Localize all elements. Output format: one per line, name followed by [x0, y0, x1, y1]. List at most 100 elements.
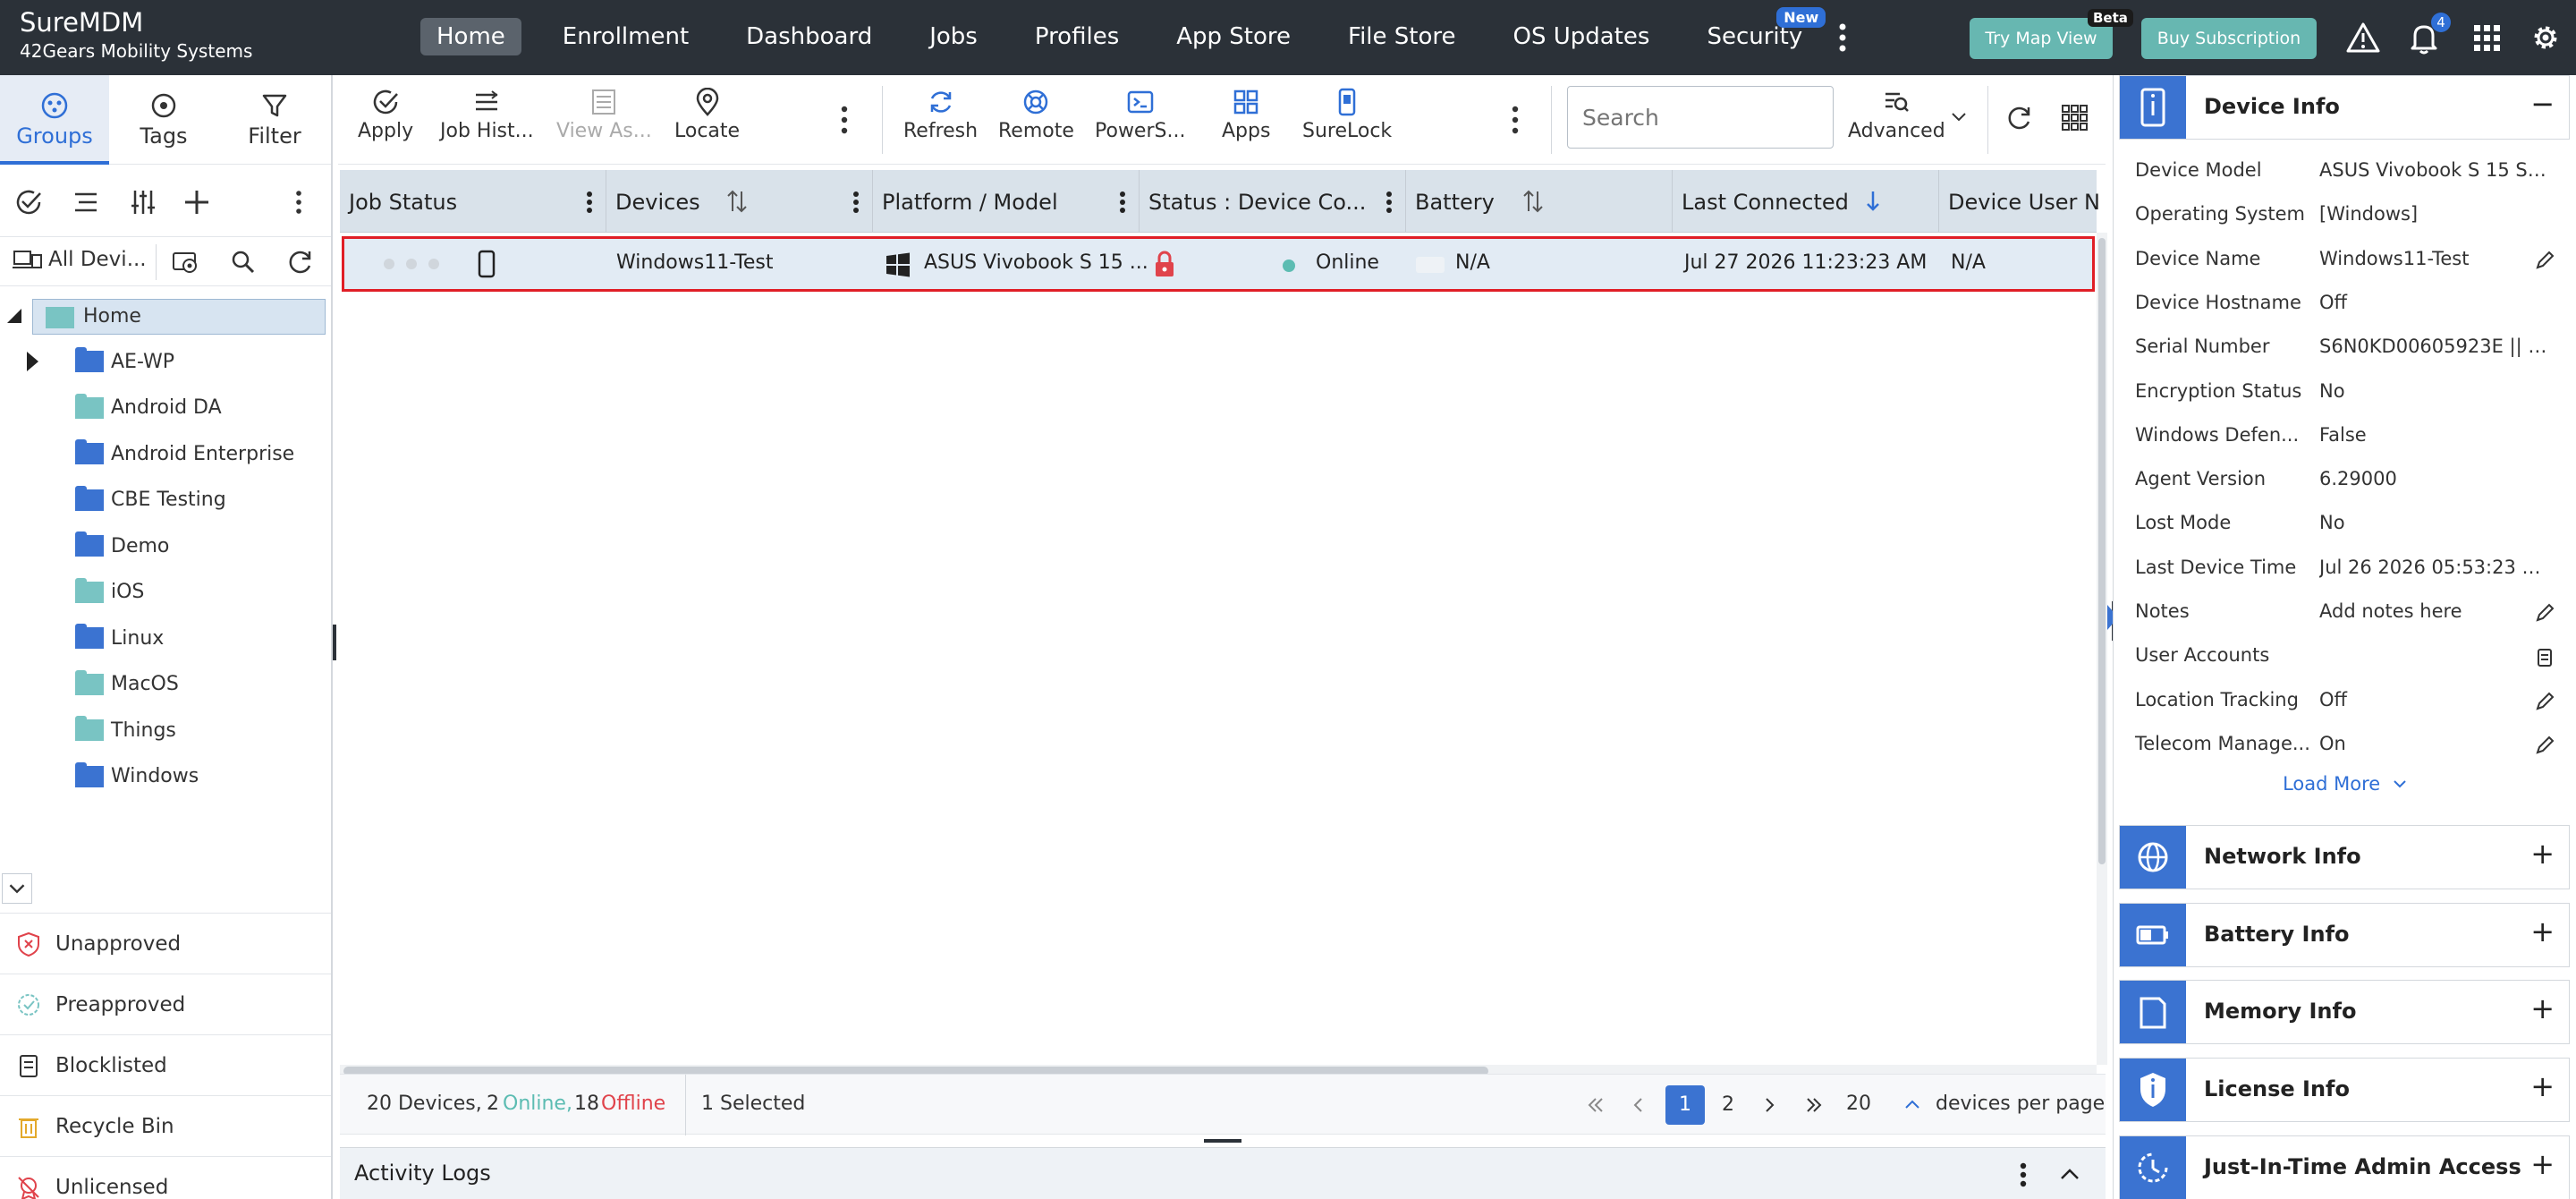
refresh-button[interactable]: Refresh [903, 88, 978, 142]
edit-pencil-icon[interactable] [2534, 602, 2555, 624]
tree-item-android-da[interactable]: Android DA [0, 388, 331, 428]
list-icon[interactable] [70, 186, 102, 218]
expand-caret-icon[interactable] [27, 352, 38, 371]
tree-item-home[interactable]: Home [32, 299, 326, 335]
activity-more-icon[interactable] [2018, 1161, 2029, 1189]
section-license-info[interactable]: License Info + [2119, 1058, 2570, 1123]
col-job-status[interactable]: Job Status [340, 170, 606, 233]
tree-item-linux[interactable]: Linux [0, 618, 331, 658]
all-devices-selector[interactable]: All Devi... [13, 248, 147, 271]
tree-item-ios[interactable]: iOS [0, 573, 331, 612]
nav-enrollment[interactable]: Enrollment [547, 18, 705, 55]
collapse-section-icon[interactable]: − [2530, 87, 2555, 121]
tree-item-windows[interactable]: Windows [0, 757, 331, 796]
nav-dashboard[interactable]: Dashboard [730, 18, 888, 55]
powershell-button[interactable]: PowerS... [1095, 88, 1185, 142]
expand-section-icon[interactable]: + [2530, 914, 2555, 948]
edit-pencil-icon[interactable] [2534, 691, 2555, 712]
nav-more-icon[interactable] [1825, 18, 1860, 57]
locate-button[interactable]: Locate [674, 88, 740, 142]
column-menu-icon[interactable] [1385, 190, 1393, 215]
first-page-icon[interactable] [1585, 1094, 1606, 1116]
apps-button[interactable]: Apps [1222, 88, 1270, 142]
load-more-link[interactable]: Load More [2114, 773, 2576, 795]
col-last-connected[interactable]: Last Connected [1673, 170, 1939, 233]
warning-icon[interactable] [2345, 20, 2381, 55]
column-menu-icon[interactable] [586, 190, 593, 215]
tree-item-android-enterprise[interactable]: Android Enterprise [0, 434, 331, 473]
apply-button[interactable]: Apply [358, 88, 413, 142]
splitter-handle[interactable] [333, 625, 336, 660]
more-actions-icon[interactable] [835, 102, 853, 138]
status-blocklisted[interactable]: Blocklisted [0, 1034, 331, 1095]
clipboard-icon[interactable] [2534, 646, 2555, 668]
tree-item-things[interactable]: Things [0, 710, 331, 750]
scrollbar-thumb[interactable] [2098, 238, 2106, 864]
advanced-search-button[interactable]: Advanced [1848, 88, 1945, 142]
section-memory-info[interactable]: Memory Info + [2119, 980, 2570, 1045]
collapse-caret-icon[interactable] [7, 309, 21, 323]
sliders-icon[interactable] [127, 186, 159, 218]
section-device-info[interactable]: Device Info − [2119, 75, 2570, 140]
column-menu-icon[interactable] [852, 190, 860, 215]
section-battery-info[interactable]: Battery Info + [2119, 902, 2570, 967]
reload-icon[interactable] [2004, 102, 2036, 134]
edit-pencil-icon[interactable] [2534, 250, 2555, 271]
activity-logs-panel[interactable]: Activity Logs [340, 1147, 2106, 1199]
col-platform-model[interactable]: Platform / Model [873, 170, 1140, 233]
edit-pencil-icon[interactable] [2534, 735, 2555, 756]
status-preapproved[interactable]: Preapproved [0, 974, 331, 1034]
chevron-up-icon[interactable] [1902, 1094, 1923, 1116]
cell-device-name[interactable]: Windows11-Test [616, 251, 773, 274]
view-as-button[interactable]: View As... [556, 88, 652, 142]
expand-section-icon[interactable]: + [2530, 837, 2555, 871]
tree-item-macos[interactable]: MacOS [0, 665, 331, 704]
nav-jobs[interactable]: Jobs [913, 18, 994, 55]
job-history-button[interactable]: Job Hist... [440, 88, 534, 142]
status-recycle-bin[interactable]: Recycle Bin [0, 1095, 331, 1156]
chevron-up-icon[interactable] [2057, 1162, 2082, 1187]
remote-button[interactable]: Remote [998, 88, 1074, 142]
device-search-input[interactable] [1567, 86, 1834, 149]
tree-item-cbe-testing[interactable]: CBE Testing [0, 480, 331, 520]
sort-icon[interactable] [724, 188, 750, 215]
tab-groups[interactable]: Groups [0, 75, 109, 165]
chevron-down-icon[interactable] [2, 873, 32, 904]
nav-app-store[interactable]: App Store [1160, 18, 1307, 55]
previous-page-icon[interactable] [1628, 1094, 1649, 1116]
next-page-icon[interactable] [1758, 1094, 1780, 1116]
column-menu-icon[interactable] [1119, 190, 1126, 215]
page-1[interactable]: 1 [1665, 1085, 1705, 1125]
nav-security[interactable]: Security New [1690, 7, 1826, 55]
eye-icon[interactable] [170, 246, 202, 278]
refresh-icon[interactable] [284, 246, 317, 278]
col-devices[interactable]: Devices [606, 170, 873, 233]
surelock-button[interactable]: SureLock [1302, 88, 1392, 142]
nav-file-store[interactable]: File Store [1332, 18, 1472, 55]
page-2[interactable]: 2 [1708, 1085, 1748, 1125]
vertical-scrollbar[interactable] [2097, 233, 2107, 1065]
resize-handle[interactable] [1204, 1139, 1241, 1143]
expand-section-icon[interactable]: + [2530, 1069, 2555, 1103]
nav-home[interactable]: Home [420, 18, 521, 55]
tree-item-ae-wp[interactable]: AE-WP [0, 342, 331, 381]
tree-item-demo[interactable]: Demo [0, 526, 331, 565]
tab-filter[interactable]: Filter [218, 75, 331, 165]
status-unlicensed[interactable]: Unlicensed [0, 1156, 331, 1199]
sort-descending-icon[interactable] [1860, 188, 1885, 215]
more-vertical-icon[interactable] [283, 186, 315, 218]
chevron-down-icon[interactable] [1948, 106, 1970, 127]
check-circle-icon[interactable] [13, 186, 45, 218]
col-status[interactable]: Status : Device Co... [1140, 170, 1406, 233]
last-page-icon[interactable] [1803, 1094, 1825, 1116]
col-device-user[interactable]: Device User N [1939, 170, 2100, 233]
tab-tags[interactable]: Tags [109, 75, 218, 165]
per-page-value[interactable]: 20 [1846, 1093, 1871, 1115]
col-battery[interactable]: Battery [1406, 170, 1673, 233]
expand-section-icon[interactable]: + [2530, 1147, 2555, 1181]
expand-section-icon[interactable]: + [2530, 991, 2555, 1025]
table-row[interactable]: Windows11-Test ASUS Vivobook S 15 ... On… [342, 236, 2095, 292]
add-group-icon[interactable] [181, 186, 213, 218]
sort-icon[interactable] [1521, 188, 1546, 215]
section-just-in-time-admin-access[interactable]: Just-In-Time Admin Access + [2119, 1135, 2570, 1199]
